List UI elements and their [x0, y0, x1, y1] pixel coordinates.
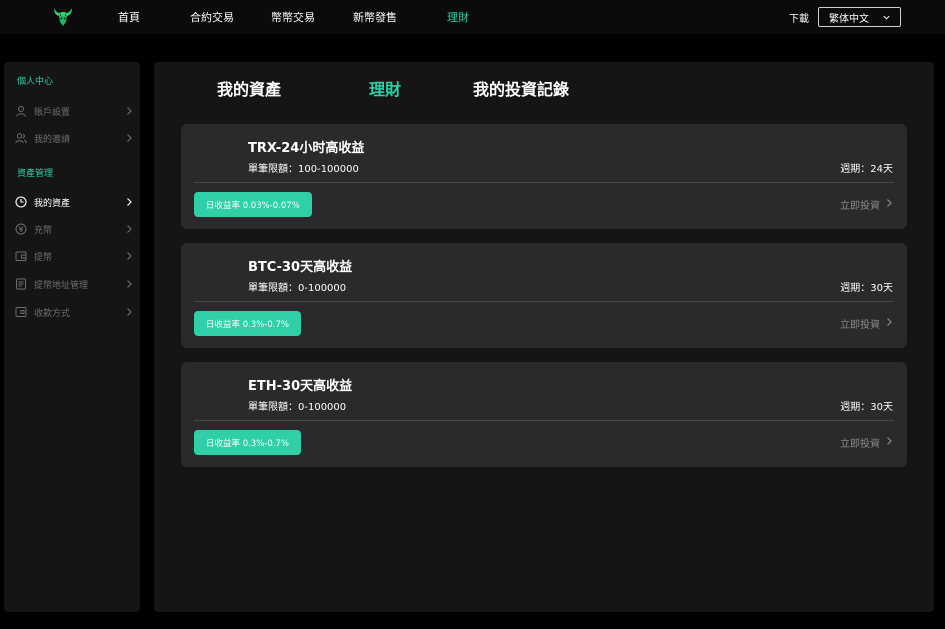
- chevron-right-icon: [885, 436, 893, 449]
- wallet-icon: [15, 250, 27, 262]
- nav-new-coin-sale[interactable]: 新幣發售: [353, 9, 397, 25]
- daily-rate-badge: 日收益率 0.03%-0.07%: [194, 192, 312, 217]
- product-card-trx: TRX-24小时高收益 單筆限額：100-100000 週期：24天 日收益率 …: [181, 124, 907, 229]
- sidebar-item-label: 賬戶設置: [34, 107, 71, 118]
- product-card-eth: ETH-30天高收益 單筆限額：0-100000 週期：30天 日收益率 0.3…: [181, 362, 907, 467]
- nav-contract-trading[interactable]: 合約交易: [190, 9, 234, 25]
- bull-logo-icon[interactable]: [51, 5, 75, 29]
- product-title: BTC-30天高收益: [248, 260, 353, 275]
- card-divider: [194, 182, 894, 183]
- sidebar-section-personal-center: 個人中心: [17, 77, 54, 87]
- tab-investment-records[interactable]: 我的投資記錄: [473, 76, 569, 100]
- document-icon: [15, 278, 27, 290]
- clock-icon: [15, 196, 27, 208]
- invest-now-button[interactable]: 立即投資: [840, 316, 893, 331]
- product-period: 週期：30天: [840, 402, 893, 413]
- sidebar-item-my-invites[interactable]: 我的邀請: [15, 130, 133, 146]
- invest-now-label: 立即投資: [840, 320, 880, 331]
- product-limit: 單筆限額：0-100000: [248, 283, 347, 294]
- chevron-right-icon: [125, 106, 133, 119]
- product-title: TRX-24小时高收益: [248, 141, 365, 156]
- daily-rate-badge: 日收益率 0.3%-0.7%: [194, 311, 301, 336]
- daily-rate-badge: 日收益率 0.3%-0.7%: [194, 430, 301, 455]
- card-divider: [194, 301, 894, 302]
- nav-home[interactable]: 首頁: [118, 9, 140, 25]
- yen-coin-icon: [15, 223, 27, 235]
- invest-now-label: 立即投資: [840, 201, 880, 212]
- card-icon: [15, 306, 27, 318]
- chevron-right-icon: [885, 317, 893, 330]
- sidebar-item-account-settings[interactable]: 賬戶設置: [15, 103, 133, 119]
- sidebar-item-withdraw[interactable]: 提幣: [15, 248, 133, 264]
- sidebar-item-withdraw-address[interactable]: 提幣地址管理: [15, 276, 133, 292]
- chevron-down-icon: [882, 13, 891, 25]
- sidebar-section-asset-management: 資產管理: [17, 169, 54, 179]
- sidebar-item-deposit[interactable]: 充幣: [15, 221, 133, 237]
- card-divider: [194, 420, 894, 421]
- sidebar-item-label: 提幣: [34, 252, 53, 263]
- invest-now-button[interactable]: 立即投資: [840, 197, 893, 212]
- chevron-right-icon: [125, 307, 133, 320]
- chevron-right-icon: [885, 198, 893, 211]
- sidebar-item-label: 充幣: [34, 225, 53, 236]
- nav-finance[interactable]: 理財: [447, 9, 469, 25]
- sidebar-item-label: 我的資產: [34, 198, 71, 209]
- product-period: 週期：24天: [840, 164, 893, 175]
- user-icon: [15, 105, 27, 117]
- sidebar-item-my-assets[interactable]: 我的資產: [15, 194, 133, 210]
- chevron-right-icon: [125, 251, 133, 264]
- sidebar-item-payment-methods[interactable]: 收款方式: [15, 304, 133, 320]
- invest-now-label: 立即投資: [840, 439, 880, 450]
- product-card-btc: BTC-30天高收益 單筆限額：0-100000 週期：30天 日收益率 0.3…: [181, 243, 907, 348]
- tab-finance[interactable]: 理財: [369, 76, 401, 100]
- invest-now-button[interactable]: 立即投資: [840, 435, 893, 450]
- chevron-right-icon: [125, 197, 133, 210]
- sidebar-item-label: 收款方式: [34, 308, 71, 319]
- tab-my-assets[interactable]: 我的資產: [217, 76, 281, 100]
- chevron-right-icon: [125, 224, 133, 237]
- product-limit: 單筆限額：100-100000: [248, 164, 359, 175]
- sidebar-item-label: 我的邀請: [34, 134, 71, 145]
- chevron-right-icon: [125, 279, 133, 292]
- language-select-value: 繁体中文: [829, 13, 869, 25]
- download-link[interactable]: 下載: [789, 10, 809, 25]
- product-title: ETH-30天高收益: [248, 379, 353, 394]
- chevron-right-icon: [125, 133, 133, 146]
- sidebar-item-label: 提幣地址管理: [34, 280, 89, 291]
- language-select[interactable]: 繁体中文: [818, 7, 901, 27]
- users-icon: [15, 132, 27, 144]
- nav-spot-trading[interactable]: 幣幣交易: [271, 9, 315, 25]
- sidebar: 個人中心 賬戶設置 我的邀請 資產管理 我的資產 充幣 提幣 提幣地址管理 收款…: [4, 62, 140, 612]
- main-panel: 我的資產 理財 我的投資記錄 TRX-24小时高收益 單筆限額：100-1000…: [154, 62, 934, 612]
- top-navigation: 首頁 合約交易 幣幣交易 新幣發售 理財 下載 繁体中文: [0, 0, 945, 34]
- product-period: 週期：30天: [840, 283, 893, 294]
- product-limit: 單筆限額：0-100000: [248, 402, 347, 413]
